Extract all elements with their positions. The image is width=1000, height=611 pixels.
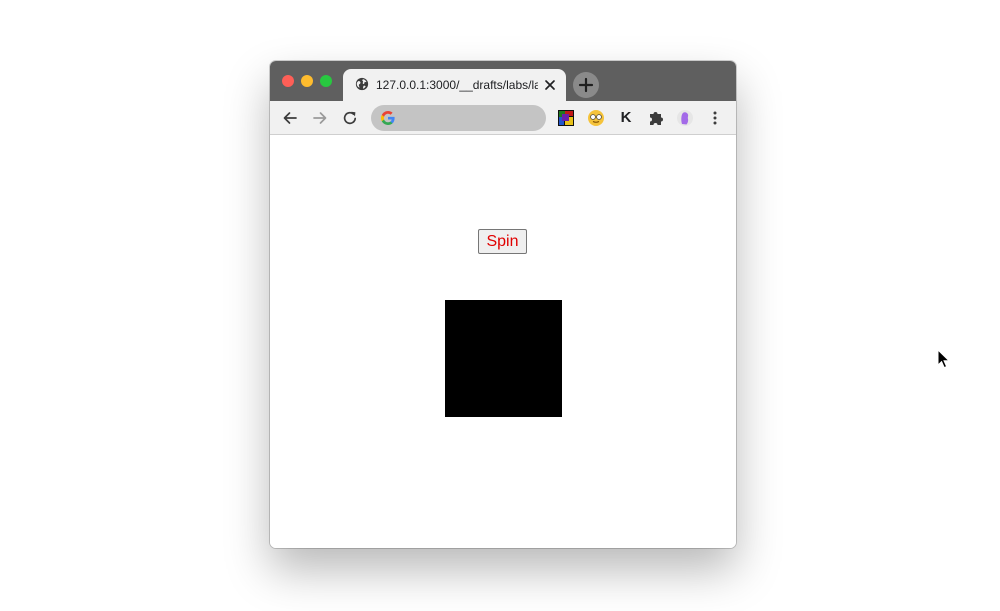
profile-avatar-icon[interactable] — [676, 109, 694, 127]
spin-button[interactable]: Spin — [478, 229, 527, 254]
browser-window: 127.0.0.1:3000/__drafts/labs/lab K Spin — [270, 61, 736, 548]
window-maximize-button[interactable] — [320, 75, 332, 87]
arrow-right-icon[interactable] — [311, 109, 329, 127]
close-icon[interactable] — [543, 78, 557, 92]
plus-icon — [578, 77, 594, 93]
kebab-menu-icon[interactable] — [706, 109, 724, 127]
new-tab-button[interactable] — [573, 72, 599, 98]
window-close-button[interactable] — [282, 75, 294, 87]
page-viewport: Spin — [270, 135, 736, 548]
mouse-cursor-icon — [937, 349, 950, 369]
puzzle-piece-icon[interactable] — [647, 109, 665, 127]
screen: 127.0.0.1:3000/__drafts/labs/lab K Spin — [0, 0, 1000, 611]
arrow-left-icon[interactable] — [281, 109, 299, 127]
address-bar[interactable] — [371, 105, 546, 131]
tab-title: 127.0.0.1:3000/__drafts/labs/lab — [376, 78, 538, 92]
globe-icon — [355, 77, 369, 91]
window-minimize-button[interactable] — [301, 75, 313, 87]
emoji-face-extension-icon[interactable] — [587, 109, 605, 127]
tab-active[interactable]: 127.0.0.1:3000/__drafts/labs/lab — [343, 69, 566, 101]
browser-toolbar: K — [270, 101, 736, 135]
reload-icon[interactable] — [341, 109, 359, 127]
k-extension-icon[interactable]: K — [619, 108, 633, 128]
google-g-icon — [381, 111, 395, 125]
colorful-square-extension-icon[interactable] — [557, 109, 575, 127]
title-bar: 127.0.0.1:3000/__drafts/labs/lab — [270, 61, 736, 101]
black-square — [445, 300, 562, 417]
